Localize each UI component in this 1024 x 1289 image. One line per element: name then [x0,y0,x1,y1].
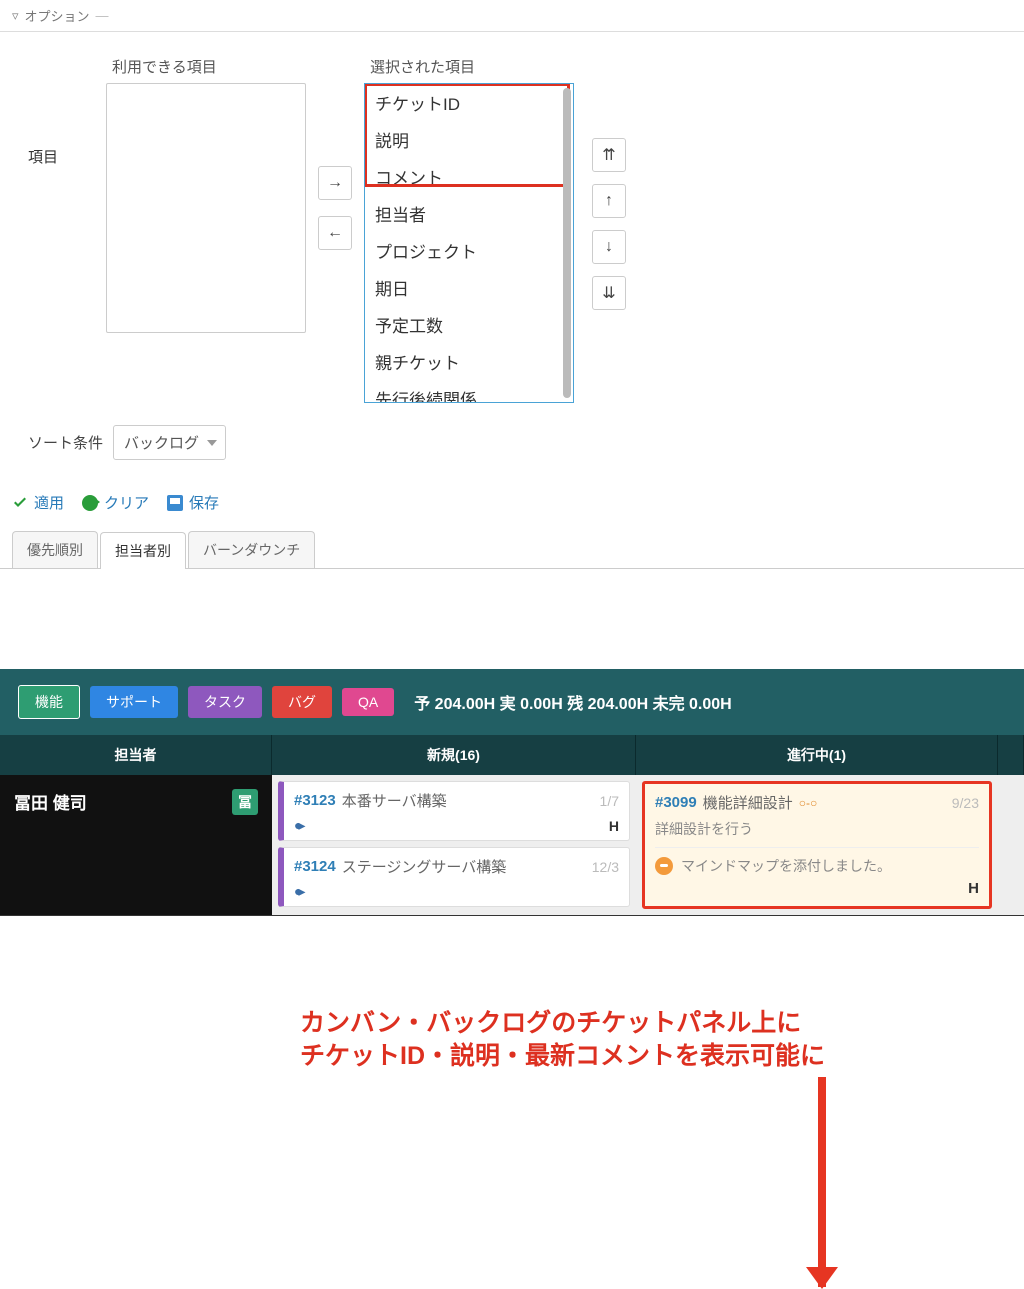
ticket-date: 1/7 [600,793,619,809]
chevron-down-icon: ▿ [12,8,19,24]
column-header-progress: 進行中(1) [636,735,998,775]
selected-item[interactable]: 期日 [365,269,573,306]
items-row-label: 項目 [28,56,106,167]
category-support[interactable]: サポート [90,686,178,718]
selected-item[interactable]: 担当者 [365,195,573,232]
move-left-button[interactable]: ← [318,216,352,250]
category-task[interactable]: タスク [188,686,262,718]
options-collapse-header[interactable]: ▿ オプション — [0,0,1024,32]
assignee-cell: 冨田 健司 冨 [0,775,272,915]
ticket-date: 9/23 [952,795,979,811]
category-qa[interactable]: QA [342,688,394,716]
priority-badge: H [968,880,979,897]
selected-item[interactable]: プロジェクト [365,232,573,269]
refresh-icon [82,495,98,511]
sort-select[interactable]: バックログ [113,425,226,460]
available-items-listbox[interactable] [106,83,306,333]
move-bottom-button[interactable]: ⇊ [592,276,626,310]
lane-extra [998,775,1024,915]
relation-icon: ○-○ [799,796,818,810]
ticket-card-highlighted[interactable]: #3099 機能詳細設計 ○-○ 9/23 詳細設計を行う マインドマップを添付… [642,781,992,909]
link-icon: ●▸ [294,883,301,900]
link-icon: ●▸ [294,817,301,834]
save-button[interactable]: 保存 [167,492,219,513]
ticket-id: #3123 [294,792,336,809]
assignee-name: 冨田 健司 [14,789,87,814]
options-title: オプション [25,6,90,25]
ticket-card[interactable]: #3123 本番サーバ構築 1/7 ●▸ H [278,781,630,841]
selected-item[interactable]: 親チケット [365,343,573,380]
move-top-button[interactable]: ⇈ [592,138,626,172]
annotation-arrow-icon [818,1077,826,1287]
comment-icon [655,857,673,875]
ticket-title: ステージングサーバ構築 [342,856,507,877]
selected-item[interactable]: 予定工数 [365,306,573,343]
annotation-highlight-box [364,83,570,187]
ticket-title: 機能詳細設計 [703,792,793,813]
priority-badge: H [609,818,619,834]
ticket-id: #3099 [655,794,697,811]
apply-button[interactable]: 適用 [12,492,64,513]
lane-progress[interactable]: #3099 機能詳細設計 ○-○ 9/23 詳細設計を行う マインドマップを添付… [636,775,998,915]
move-up-button[interactable]: ↑ [592,184,626,218]
ticket-description: 詳細設計を行う [655,819,979,839]
tab-priority[interactable]: 優先順別 [12,531,98,568]
column-header-assignee: 担当者 [0,735,272,775]
ticket-card[interactable]: #3124 ステージングサーバ構築 12/3 ●▸ [278,847,630,907]
move-down-button[interactable]: ↓ [592,230,626,264]
move-right-button[interactable]: → [318,166,352,200]
ticket-title: 本番サーバ構築 [342,790,447,811]
check-icon [12,495,28,511]
ticket-comment: マインドマップを添付しました。 [681,856,891,876]
tab-burndown[interactable]: バーンダウンチ [188,531,315,568]
category-feature[interactable]: 機能 [18,685,80,719]
selected-items-label: 選択された項目 [370,56,574,77]
selected-items-listbox[interactable]: チケットID説明コメント担当者プロジェクト期日予定工数親チケット先行後続関係警告… [364,83,574,403]
save-icon [167,495,183,511]
tab-assignee[interactable]: 担当者別 [100,532,186,569]
selected-item[interactable]: 先行後続関係 [365,380,573,403]
annotation-text: カンバン・バックログのチケットパネル上に チケットID・説明・最新コメントを表示… [300,1007,825,1072]
lane-new[interactable]: #3123 本番サーバ構築 1/7 ●▸ H #3124 ステージングサーバ構築 [272,775,636,915]
hours-stats: 予 204.00H 実 0.00H 残 204.00H 未完 0.00H [414,690,732,714]
clear-button[interactable]: クリア [82,492,149,513]
category-bug[interactable]: バグ [272,686,332,718]
ticket-id: #3124 [294,858,336,875]
column-header-new: 新規(16) [272,735,636,775]
category-bar: 機能 サポート タスク バグ QA 予 204.00H 実 0.00H 残 20… [0,669,1024,735]
available-items-label: 利用できる項目 [112,56,217,77]
avatar: 冨 [232,789,258,815]
sort-label: ソート条件 [28,432,103,453]
ticket-date: 12/3 [592,859,619,875]
